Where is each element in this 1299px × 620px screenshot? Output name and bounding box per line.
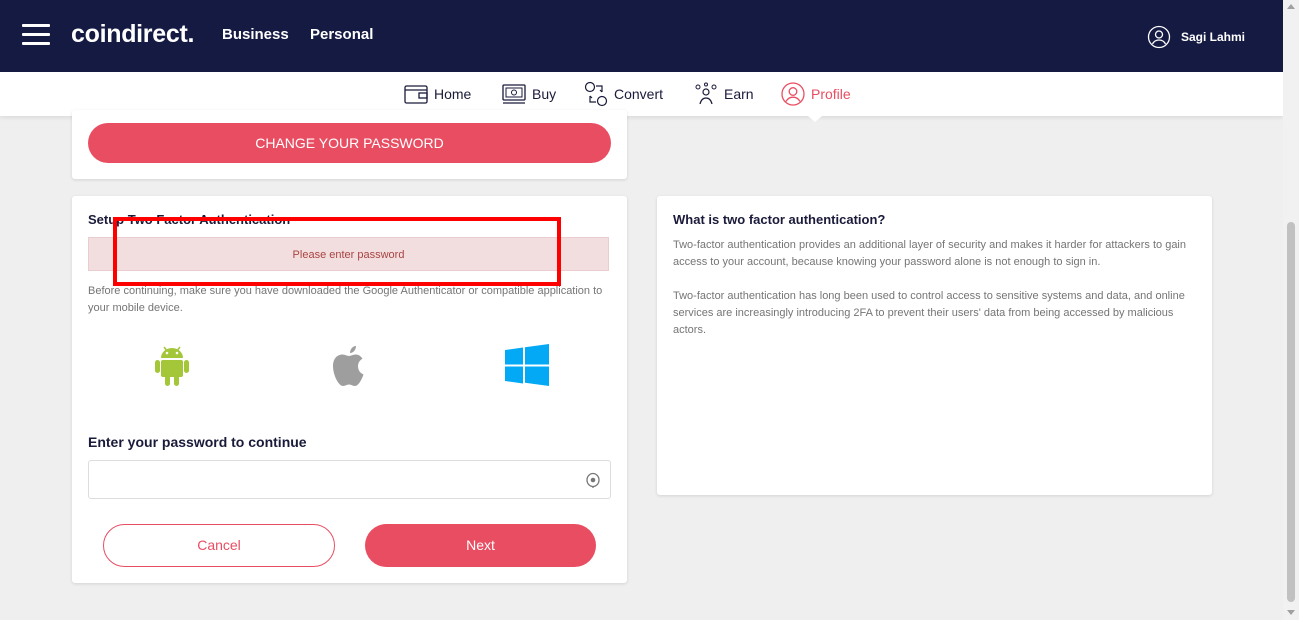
password-input[interactable] bbox=[99, 461, 583, 498]
nav-item-profile[interactable]: Profile bbox=[781, 80, 851, 108]
scroll-up-arrow-icon[interactable] bbox=[1287, 4, 1295, 9]
earn-icon bbox=[695, 82, 717, 105]
user-name: Sagi Lahmi bbox=[1180, 30, 1245, 44]
profile-icon bbox=[781, 82, 805, 106]
info-card: What is two factor authentication? Two-f… bbox=[657, 196, 1212, 495]
cash-icon bbox=[502, 84, 526, 104]
info-paragraph-1: Two-factor authentication provides an ad… bbox=[673, 239, 1186, 268]
logo[interactable]: coindirect. bbox=[71, 20, 194, 49]
page-scrollbar[interactable] bbox=[1283, 0, 1299, 620]
user-icon bbox=[1147, 25, 1171, 49]
change-password-button[interactable]: CHANGE YOUR PASSWORD bbox=[88, 123, 611, 163]
nav-item-label: Home bbox=[434, 86, 472, 102]
menu-icon[interactable] bbox=[22, 24, 50, 46]
nav-item-label: Buy bbox=[532, 86, 557, 102]
scroll-down-arrow-icon[interactable] bbox=[1287, 610, 1295, 615]
top-header: coindirect. Business Personal Sagi Lahmi bbox=[0, 0, 1283, 72]
nav-item-label: Convert bbox=[614, 86, 664, 102]
scrollbar-thumb[interactable] bbox=[1287, 222, 1295, 602]
android-icon[interactable] bbox=[153, 344, 191, 388]
next-button[interactable]: Next bbox=[365, 524, 596, 567]
nav-item-home[interactable]: Home bbox=[404, 80, 471, 108]
info-paragraph-2: Two-factor authentication has long been … bbox=[673, 290, 1185, 336]
change-password-card: CHANGE YOUR PASSWORD bbox=[72, 110, 627, 179]
annotation-highlight-box bbox=[113, 217, 561, 286]
password-label: Enter your password to continue bbox=[88, 434, 307, 450]
user-menu[interactable]: Sagi Lahmi bbox=[1147, 25, 1245, 49]
eye-icon[interactable] bbox=[586, 472, 600, 488]
password-field[interactable] bbox=[88, 460, 611, 499]
nav-item-earn[interactable]: Earn bbox=[694, 80, 754, 108]
nav-item-buy[interactable]: Buy bbox=[502, 80, 556, 108]
nav-item-label: Earn bbox=[724, 86, 754, 102]
info-title: What is two factor authentication? bbox=[673, 212, 886, 227]
nav-item-convert[interactable]: Convert bbox=[584, 80, 663, 108]
cancel-button[interactable]: Cancel bbox=[103, 524, 335, 567]
instructions-text: Before continuing, make sure you have do… bbox=[88, 285, 603, 314]
windows-icon[interactable] bbox=[505, 344, 549, 386]
nav-link-personal[interactable]: Personal bbox=[310, 26, 373, 43]
wallet-icon bbox=[404, 85, 428, 104]
apple-icon[interactable] bbox=[330, 344, 368, 388]
convert-icon bbox=[584, 81, 608, 107]
nav-link-business[interactable]: Business bbox=[222, 26, 289, 43]
active-indicator bbox=[808, 116, 822, 122]
nav-item-label: Profile bbox=[811, 86, 851, 102]
